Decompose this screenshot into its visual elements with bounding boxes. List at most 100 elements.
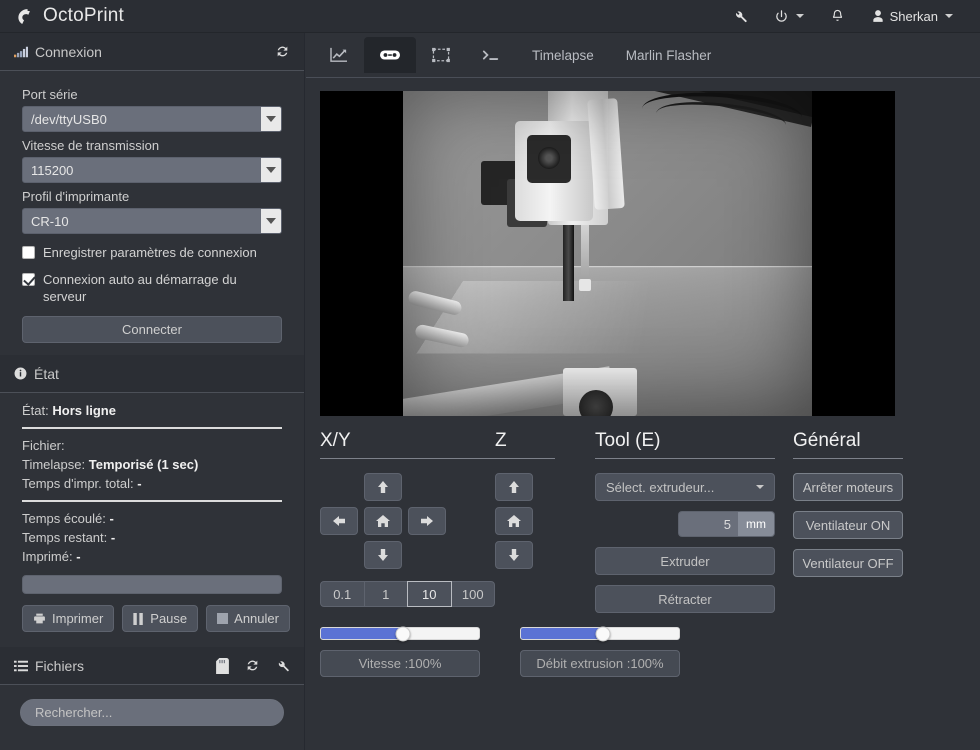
- tab-bar: Timelapse Marlin Flasher: [306, 33, 980, 78]
- printer-profile-select[interactable]: CR-10: [22, 208, 282, 234]
- retract-button[interactable]: Rétracter: [595, 585, 775, 613]
- jog-z-minus-button[interactable]: [495, 541, 533, 569]
- search-input[interactable]: [20, 699, 284, 726]
- autoconnect-checkbox[interactable]: [22, 273, 35, 286]
- tab-gcode-viewer[interactable]: [416, 37, 466, 73]
- autoconnect-row[interactable]: Connexion auto au démarrage du serveur: [22, 271, 282, 305]
- state-elapsed-label: Temps écoulé:: [22, 511, 106, 526]
- state-row-file: Fichier:: [22, 436, 282, 455]
- files-title: Fichiers: [35, 657, 85, 674]
- step-0.1-button[interactable]: 0.1: [320, 581, 365, 607]
- tab-timelapse[interactable]: Timelapse: [516, 37, 610, 73]
- chevron-down-icon: [261, 158, 281, 182]
- state-row-timelapse: Timelapse: Temporisé (1 sec): [22, 455, 282, 474]
- baudrate-select[interactable]: 115200: [22, 157, 282, 183]
- save-connection-row[interactable]: Enregistrer paramètres de connexion: [22, 244, 282, 261]
- tab-marlin-flasher[interactable]: Marlin Flasher: [610, 37, 728, 73]
- sidebar-section-state[interactable]: État: [0, 355, 304, 393]
- jog-z-plus-button[interactable]: [495, 473, 533, 501]
- print-button-label: Imprimer: [52, 611, 104, 626]
- notifications-button[interactable]: [817, 1, 858, 31]
- step-100-button[interactable]: 100: [450, 581, 495, 607]
- brand[interactable]: OctoPrint: [0, 5, 124, 27]
- connection-title: Connexion: [35, 43, 102, 60]
- print-button[interactable]: Imprimer: [22, 605, 115, 632]
- user-menu-button[interactable]: Sherkan: [858, 2, 966, 31]
- webcam-stream[interactable]: [320, 91, 895, 416]
- state-timelapse-label: Timelapse:: [22, 457, 86, 472]
- chevron-down-icon: [261, 107, 281, 131]
- state-remaining-value: -: [110, 530, 116, 545]
- state-row-remaining: Temps restant: -: [22, 528, 282, 547]
- arrow-up-icon: [509, 481, 519, 493]
- printer-icon: [33, 612, 46, 625]
- state-printed-value: -: [76, 549, 81, 564]
- motors-off-button[interactable]: Arrêter moteurs: [793, 473, 903, 501]
- feedrate-slider[interactable]: [320, 626, 480, 641]
- fan-on-button[interactable]: Ventilateur ON: [793, 511, 903, 539]
- jog-x-minus-button[interactable]: [320, 507, 358, 535]
- arrow-down-icon: [509, 549, 519, 561]
- sd-card-icon[interactable]: [216, 657, 229, 674]
- connect-button[interactable]: Connecter: [22, 316, 282, 343]
- tab-terminal[interactable]: [466, 37, 516, 73]
- home-xy-button[interactable]: [364, 507, 402, 535]
- step-1-button[interactable]: 1: [363, 581, 408, 607]
- object-group-icon: [432, 47, 450, 63]
- flowrate-slider[interactable]: [520, 626, 680, 641]
- refresh-icon[interactable]: [245, 658, 260, 673]
- xy-heading: X/Y: [320, 430, 495, 459]
- step-size-group: 0.1 1 10 100: [320, 581, 495, 607]
- feedrate-slider-handle[interactable]: [395, 626, 411, 641]
- flowrate-label[interactable]: Débit extrusion :100%: [520, 650, 680, 677]
- jog-x-plus-button[interactable]: [408, 507, 446, 535]
- serial-port-value: /dev/ttyUSB0: [31, 111, 107, 127]
- extrude-amount-input[interactable]: [678, 511, 738, 537]
- settings-button[interactable]: [720, 2, 761, 31]
- power-icon: [774, 9, 789, 24]
- save-connection-checkbox[interactable]: [22, 246, 35, 259]
- flowrate-slider-fill: [521, 628, 604, 639]
- extrude-button[interactable]: Extruder: [595, 547, 775, 575]
- gamepad-icon: [380, 48, 400, 62]
- jog-y-minus-button[interactable]: [364, 541, 402, 569]
- sidebar-section-files[interactable]: Fichiers: [0, 647, 304, 685]
- extruder-select[interactable]: Sélect. extrudeur...: [595, 473, 775, 501]
- power-menu-button[interactable]: [761, 2, 817, 31]
- step-10-button[interactable]: 10: [407, 581, 452, 607]
- list-icon: [14, 660, 28, 672]
- tab-temperature[interactable]: [314, 37, 364, 73]
- fan-off-button[interactable]: Ventilateur OFF: [793, 549, 903, 577]
- baudrate-label: Vitesse de transmission: [22, 138, 160, 153]
- control-column-z: Z: [495, 430, 555, 613]
- jog-y-plus-button[interactable]: [364, 473, 402, 501]
- flowrate-slider-handle[interactable]: [595, 626, 611, 641]
- refresh-icon[interactable]: [275, 44, 290, 59]
- tab-timelapse-label: Timelapse: [532, 47, 594, 63]
- bell-icon: [830, 8, 845, 24]
- user-name: Sherkan: [889, 8, 938, 24]
- home-z-button[interactable]: [495, 507, 533, 535]
- arrow-right-icon: [421, 516, 433, 526]
- general-heading: Général: [793, 430, 903, 459]
- chevron-down-icon: [945, 14, 953, 18]
- wrench-icon[interactable]: [276, 659, 290, 673]
- cancel-button[interactable]: Annuler: [206, 605, 290, 632]
- feedrate-label[interactable]: Vitesse :100%: [320, 650, 480, 677]
- sidebar-section-connection[interactable]: Connexion: [0, 33, 304, 71]
- control-column-general: Général Arrêter moteurs Ventilateur ON V…: [793, 430, 903, 613]
- state-timelapse-value: Temporisé (1 sec): [88, 457, 199, 472]
- info-circle-icon: [14, 367, 27, 380]
- state-file-label: Fichier:: [22, 438, 65, 453]
- feedrate-slider-fill: [321, 628, 404, 639]
- tab-marlin-flasher-label: Marlin Flasher: [625, 47, 712, 63]
- tab-control[interactable]: [364, 37, 416, 73]
- serial-port-select[interactable]: /dev/ttyUSB0: [22, 106, 282, 132]
- webcam-vignette: [403, 91, 812, 416]
- chevron-down-icon: [261, 209, 281, 233]
- state-total-time-label: Temps d'impr. total:: [22, 476, 134, 491]
- pause-button[interactable]: Pause: [122, 605, 199, 632]
- chevron-down-icon: [795, 14, 804, 18]
- tool-heading: Tool (E): [595, 430, 775, 459]
- control-column-tool: Tool (E) Sélect. extrudeur... mm Extrude…: [595, 430, 775, 613]
